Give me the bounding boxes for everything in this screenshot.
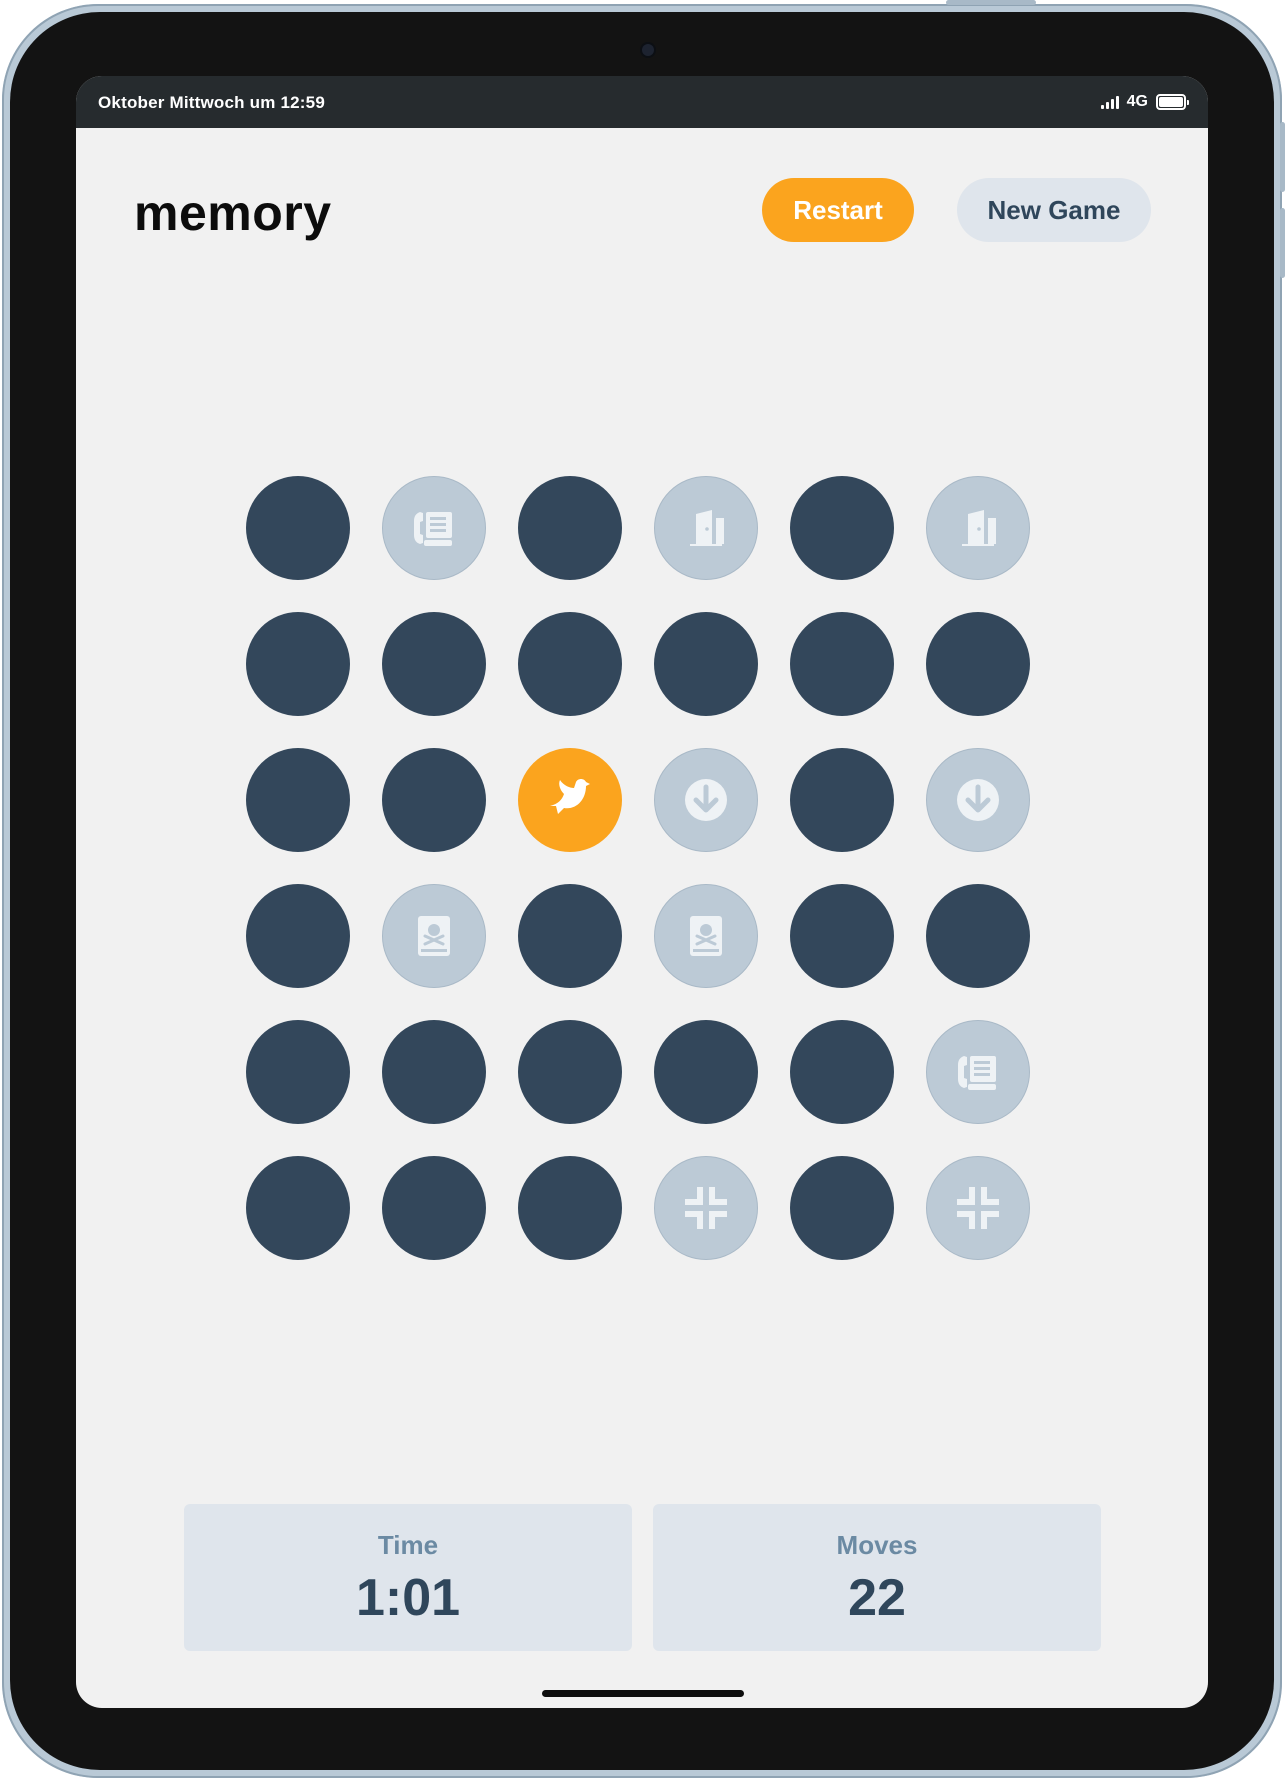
door-open-icon bbox=[948, 498, 1008, 558]
fax-icon bbox=[948, 1042, 1008, 1102]
memory-card-hidden[interactable] bbox=[518, 476, 622, 580]
battery-full-icon bbox=[1156, 94, 1189, 110]
time-label: Time bbox=[377, 1530, 439, 1560]
arrow-circle-down-icon bbox=[948, 770, 1008, 830]
memory-card-hidden[interactable] bbox=[382, 748, 486, 852]
memory-card-matched bbox=[926, 1156, 1030, 1260]
memory-card-hidden[interactable] bbox=[926, 612, 1030, 716]
memory-card-active[interactable] bbox=[518, 748, 622, 852]
memory-card-hidden[interactable] bbox=[790, 612, 894, 716]
status-indicators: 4G bbox=[1100, 92, 1189, 112]
home-indicator bbox=[542, 1690, 744, 1697]
dove-icon bbox=[540, 770, 600, 830]
status-bar: Oktober Mittwoch um 12:59 4G bbox=[76, 76, 1208, 128]
memory-card-hidden[interactable] bbox=[246, 748, 350, 852]
memory-card-matched bbox=[654, 884, 758, 988]
volume-down-button bbox=[1280, 208, 1285, 278]
memory-card-matched bbox=[382, 476, 486, 580]
memory-card-matched bbox=[654, 476, 758, 580]
app-title: memory bbox=[134, 185, 332, 241]
poison-book-icon bbox=[404, 906, 464, 966]
memory-card-hidden[interactable] bbox=[246, 1156, 350, 1260]
memory-card-hidden[interactable] bbox=[518, 612, 622, 716]
memory-card-hidden[interactable] bbox=[654, 612, 758, 716]
compress-icon bbox=[948, 1178, 1008, 1238]
cellular-signal-icon bbox=[1100, 95, 1119, 109]
time-panel: Time 1:01 bbox=[184, 1504, 632, 1651]
restart-button[interactable]: Restart bbox=[762, 178, 914, 242]
network-type: 4G bbox=[1126, 93, 1148, 110]
memory-card-matched bbox=[926, 476, 1030, 580]
memory-card-hidden[interactable] bbox=[246, 884, 350, 988]
memory-card-hidden[interactable] bbox=[790, 748, 894, 852]
memory-card-hidden[interactable] bbox=[518, 1020, 622, 1124]
arrow-circle-down-icon bbox=[676, 770, 736, 830]
memory-card-hidden[interactable] bbox=[246, 612, 350, 716]
memory-card-hidden[interactable] bbox=[654, 1020, 758, 1124]
memory-card-matched bbox=[654, 748, 758, 852]
memory-card-hidden[interactable] bbox=[382, 1020, 486, 1124]
screen: Oktober Mittwoch um 12:59 4G memory Rest… bbox=[76, 76, 1208, 1708]
memory-card-hidden[interactable] bbox=[246, 1020, 350, 1124]
game-board bbox=[246, 476, 1038, 1268]
memory-card-hidden[interactable] bbox=[926, 884, 1030, 988]
memory-card-matched bbox=[926, 748, 1030, 852]
memory-card-hidden[interactable] bbox=[790, 1156, 894, 1260]
compress-icon bbox=[676, 1178, 736, 1238]
memory-card-hidden[interactable] bbox=[382, 612, 486, 716]
moves-value: 22 bbox=[848, 1569, 906, 1627]
memory-card-hidden[interactable] bbox=[790, 1020, 894, 1124]
top-button bbox=[946, 0, 1036, 5]
memory-card-hidden[interactable] bbox=[518, 884, 622, 988]
volume-up-button bbox=[1280, 122, 1285, 192]
memory-card-hidden[interactable] bbox=[382, 1156, 486, 1260]
time-value: 1:01 bbox=[355, 1569, 461, 1627]
memory-card-matched bbox=[654, 1156, 758, 1260]
memory-card-hidden[interactable] bbox=[790, 476, 894, 580]
memory-card-hidden[interactable] bbox=[246, 476, 350, 580]
fax-icon bbox=[404, 498, 464, 558]
status-time: Oktober Mittwoch um 12:59 bbox=[98, 93, 325, 112]
memory-card-hidden[interactable] bbox=[518, 1156, 622, 1260]
door-open-icon bbox=[676, 498, 736, 558]
memory-card-matched bbox=[382, 884, 486, 988]
new-game-button[interactable]: New Game bbox=[957, 178, 1151, 242]
memory-card-matched bbox=[926, 1020, 1030, 1124]
front-camera bbox=[642, 44, 654, 56]
memory-card-hidden[interactable] bbox=[790, 884, 894, 988]
moves-label: Moves bbox=[836, 1530, 918, 1560]
moves-panel: Moves 22 bbox=[653, 1504, 1101, 1651]
poison-book-icon bbox=[676, 906, 736, 966]
